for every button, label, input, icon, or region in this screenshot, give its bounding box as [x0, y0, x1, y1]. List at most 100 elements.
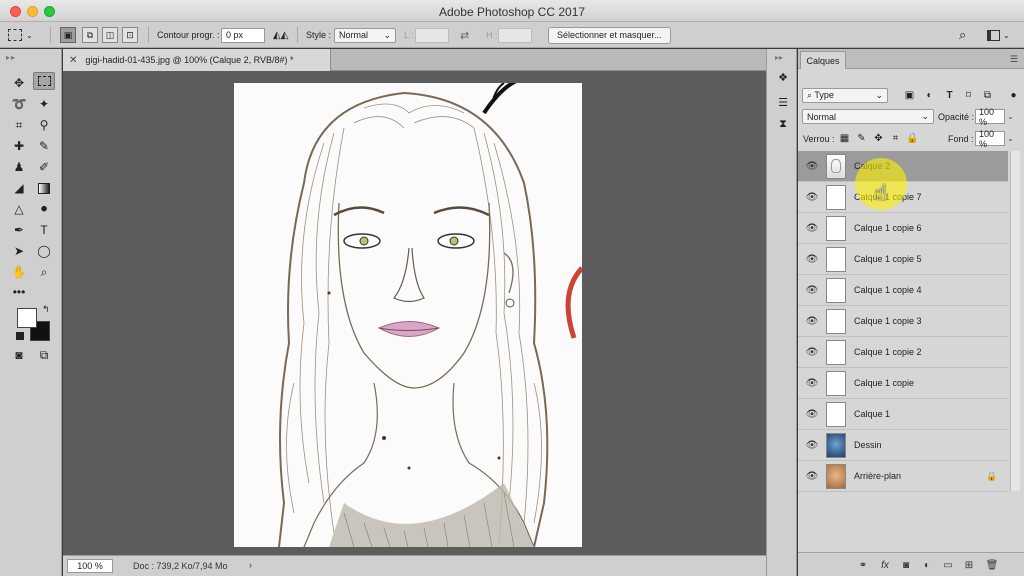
eyedropper-tool-icon[interactable]: ⚲ — [33, 116, 55, 134]
anti-alias-icon[interactable]: ◭◭ — [273, 30, 288, 41]
swap-colors-icon[interactable]: ↰ — [42, 304, 50, 315]
chevron-down-icon[interactable]: ⌄ — [1006, 131, 1015, 146]
shape-filter-icon[interactable]: ⌑ — [962, 89, 975, 102]
visibility-eye-icon[interactable]: 👁 — [806, 377, 819, 389]
healing-brush-tool-icon[interactable]: ✚ — [8, 137, 30, 155]
layer-name: Calque 1 copie 4 — [854, 285, 922, 295]
ellipse-tool-icon[interactable]: ◯ — [33, 242, 55, 260]
layer-item[interactable]: 👁 Calque 1 copie 2 — [798, 337, 1008, 368]
layer-item[interactable]: 👁 Calque 1 copie — [798, 368, 1008, 399]
move-tool-icon[interactable]: ✥ — [8, 74, 30, 92]
workspace-icon[interactable] — [987, 29, 1000, 41]
hand-tool-icon[interactable]: ✋ — [8, 263, 30, 281]
style-select[interactable]: Normal ⌄ — [334, 27, 396, 43]
adjustments-panel-icon[interactable]: ☰ — [775, 94, 791, 110]
layers-scrollbar[interactable] — [1010, 151, 1020, 491]
document-info[interactable]: Doc : 739,2 Ko/7,94 Mo — [133, 561, 228, 571]
layer-item[interactable]: 👁 Calque 1 copie 6 — [798, 213, 1008, 244]
layer-style-fx-icon[interactable]: fx — [878, 558, 892, 572]
trash-icon[interactable]: 🗑 — [985, 558, 999, 572]
dodge-tool-icon[interactable]: ⚫ — [33, 200, 55, 218]
lock-position-icon[interactable]: ✥ — [872, 132, 885, 145]
panel-grip-icon[interactable]: ▸▸ — [6, 53, 16, 62]
add-selection-button[interactable]: ⧉ — [82, 27, 98, 43]
blend-mode-select[interactable]: Normal ⌄ — [802, 109, 934, 124]
visibility-eye-icon[interactable]: 👁 — [806, 160, 819, 172]
panel-menu-icon[interactable]: ☰ — [1010, 54, 1018, 65]
clone-stamp-tool-icon[interactable]: ♟ — [8, 158, 30, 176]
search-icon[interactable]: ⌕ — [959, 27, 966, 43]
zoom-tool-icon[interactable]: ⌕ — [33, 263, 55, 281]
close-icon[interactable]: ✕ — [69, 55, 77, 66]
type-filter-icon[interactable]: T — [943, 89, 956, 102]
lock-artboard-icon[interactable]: ⌗ — [889, 132, 902, 145]
quick-mask-icon[interactable]: ◙ — [8, 346, 30, 364]
layer-item[interactable]: 👁 Dessin — [798, 430, 1008, 461]
visibility-eye-icon[interactable]: 👁 — [806, 222, 819, 234]
feather-input[interactable]: 0 px — [221, 27, 265, 43]
layer-item[interactable]: 👁 Calque 1 copie 4 — [798, 275, 1008, 306]
select-and-mask-button[interactable]: Sélectionner et masquer... — [548, 26, 671, 44]
pixel-filter-icon[interactable]: ▣ — [903, 89, 916, 102]
rectangular-marquee-tool-icon[interactable] — [33, 72, 55, 90]
lock-pixels-icon[interactable]: ✎ — [855, 132, 868, 145]
more-tools-icon[interactable]: ••• — [8, 283, 30, 301]
new-selection-button[interactable]: ▣ — [60, 27, 76, 43]
brush-tool-icon[interactable]: ✎ — [33, 137, 55, 155]
layer-item[interactable]: 👁 Calque 1 — [798, 399, 1008, 430]
chevron-down-icon[interactable]: ⌄ — [1006, 109, 1015, 124]
crop-tool-icon[interactable]: ⌗ — [8, 116, 30, 134]
layer-kind-filter-select[interactable]: ⌕ Type ⌄ — [802, 88, 888, 103]
eraser-tool-icon[interactable]: ◢ — [8, 179, 30, 197]
magic-wand-tool-icon[interactable]: ✦ — [33, 95, 55, 113]
visibility-eye-icon[interactable]: 👁 — [806, 346, 819, 358]
visibility-eye-icon[interactable]: 👁 — [806, 284, 819, 296]
add-mask-icon[interactable]: ◙ — [899, 558, 913, 572]
visibility-eye-icon[interactable]: 👁 — [806, 253, 819, 265]
blur-tool-icon[interactable]: △ — [8, 200, 30, 218]
screen-mode-icon[interactable]: ⧉ — [33, 346, 55, 364]
image-canvas[interactable] — [234, 83, 582, 547]
path-selection-tool-icon[interactable]: ➤ — [8, 242, 30, 260]
new-layer-icon[interactable]: ⊞ — [962, 558, 976, 572]
visibility-eye-icon[interactable]: 👁 — [806, 408, 819, 420]
fill-input[interactable]: 100 % — [975, 129, 1005, 149]
document-tab[interactable]: ✕ gigi-hadid-01-435.jpg @ 100% (Calque 2… — [63, 49, 331, 71]
adjustment-filter-icon[interactable]: ◐ — [923, 89, 936, 102]
gradient-tool-icon[interactable] — [33, 179, 55, 197]
layer-item[interactable]: 👁 Arrière-plan 🔒 — [798, 461, 1008, 492]
filter-toggle-icon[interactable]: ● — [1007, 89, 1020, 102]
foreground-color-swatch[interactable] — [17, 308, 37, 328]
paths-panel-icon[interactable]: ⧗ — [775, 116, 791, 132]
visibility-eye-icon[interactable]: 👁 — [806, 439, 819, 451]
default-colors-icon[interactable] — [16, 332, 24, 340]
lock-icon[interactable]: 🔒 — [986, 471, 997, 482]
height-input[interactable] — [498, 27, 532, 43]
swap-dimensions-icon[interactable]: ⇄ — [460, 29, 469, 42]
opacity-input[interactable]: 100 % — [975, 107, 1005, 127]
visibility-eye-icon[interactable]: 👁 — [806, 315, 819, 327]
layer-item[interactable]: 👁 Calque 1 copie 3 — [798, 306, 1008, 337]
new-adjustment-layer-icon[interactable]: ◐ — [920, 558, 934, 572]
visibility-eye-icon[interactable]: 👁 — [806, 191, 819, 203]
lasso-tool-icon[interactable]: ➰ — [8, 95, 30, 113]
lock-all-icon[interactable]: 🔒 — [906, 132, 919, 145]
new-group-icon[interactable]: ▭ — [941, 558, 955, 572]
layer-item[interactable]: 👁 Calque 1 copie 5 — [798, 244, 1008, 275]
layers-panel-icon[interactable]: ❖ — [775, 69, 791, 85]
width-input[interactable] — [415, 27, 449, 43]
smart-object-filter-icon[interactable]: ⧉ — [981, 89, 994, 102]
panel-grip-icon[interactable]: ▸▸ — [775, 53, 783, 62]
type-tool-icon[interactable]: T — [33, 221, 55, 239]
chevron-right-icon[interactable]: › — [249, 560, 252, 570]
zoom-input[interactable]: 100 % — [67, 559, 113, 573]
link-layers-icon[interactable]: ⚭ — [856, 558, 870, 572]
history-brush-tool-icon[interactable]: ✐ — [33, 158, 55, 176]
subtract-selection-button[interactable]: ◫ — [102, 27, 118, 43]
marquee-preset-picker[interactable]: ⌄ — [8, 26, 33, 44]
tab-layers[interactable]: Calques — [800, 51, 846, 69]
pen-tool-icon[interactable]: ✒ — [8, 221, 30, 239]
lock-transparency-icon[interactable]: ▦ — [838, 132, 851, 145]
intersect-selection-button[interactable]: ⊡ — [122, 27, 138, 43]
visibility-eye-icon[interactable]: 👁 — [806, 470, 819, 482]
